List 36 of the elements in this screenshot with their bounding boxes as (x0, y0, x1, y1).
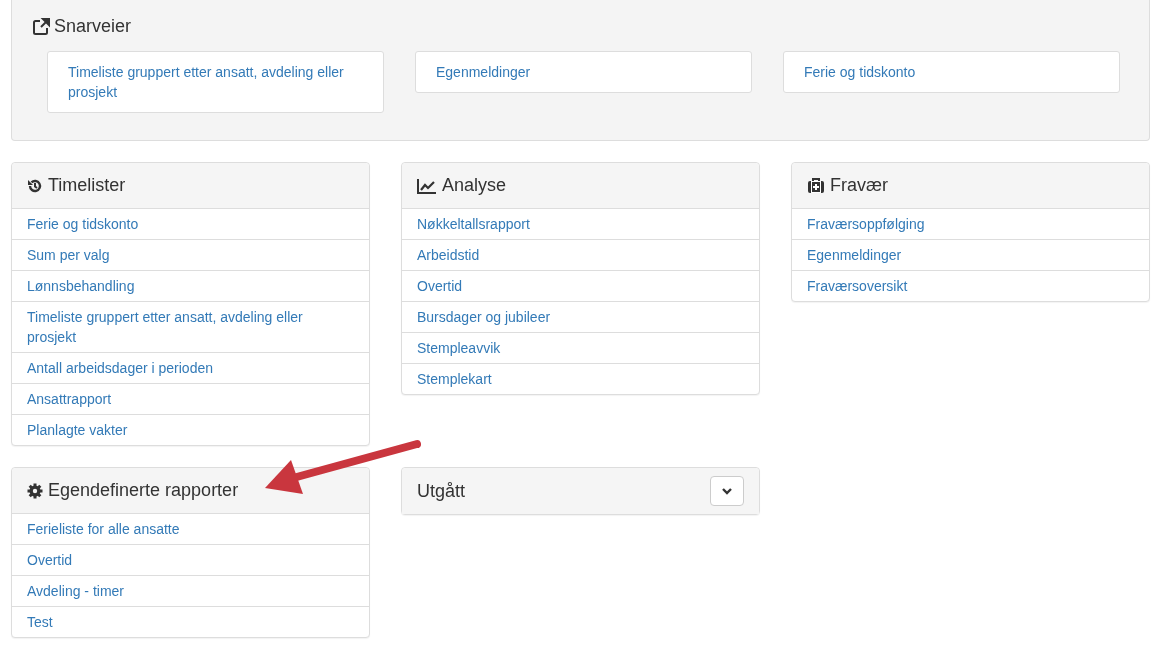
report-link[interactable]: Egenmeldinger (792, 239, 1149, 270)
report-link[interactable]: Nøkkeltallsrapport (402, 209, 759, 239)
report-link[interactable]: Ferie og tidskonto (12, 209, 369, 239)
shortcuts-title: Snarveier (54, 16, 132, 37)
report-link[interactable]: Avdeling - timer (12, 575, 369, 606)
shortcut-link[interactable]: Egenmeldinger (415, 51, 752, 93)
report-link[interactable]: Overtid (12, 544, 369, 575)
report-link[interactable]: Ferieliste for alle ansatte (12, 514, 369, 544)
report-link[interactable]: Sum per valg (12, 239, 369, 270)
gear-icon (27, 482, 43, 499)
panel-title: Fravær (830, 175, 888, 196)
panel-title: Egendefinerte rapporter (48, 480, 239, 501)
chevron-icon (721, 487, 733, 495)
report-link[interactable]: Overtid (402, 270, 759, 301)
history-icon (27, 177, 43, 194)
report-link[interactable]: Fraværsoversikt (792, 270, 1149, 301)
line-chart-icon (417, 177, 437, 194)
report-link[interactable]: Stemplekart (402, 363, 759, 394)
panel-title: Analyse (442, 175, 507, 196)
report-link[interactable]: Test (12, 606, 369, 637)
shortcut-link[interactable]: Timeliste gruppert etter ansatt, avdeling eller prosjekt (47, 51, 384, 113)
collapse-toggle-button[interactable] (710, 476, 744, 506)
panel-title: Timelister (48, 175, 126, 196)
report-link[interactable]: Arbeidstid (402, 239, 759, 270)
report-link[interactable]: Bursdager og jubileer (402, 301, 759, 332)
external-link-icon (32, 17, 50, 36)
report-link[interactable]: Lønnsbehandling (12, 270, 369, 301)
shortcut-link[interactable]: Ferie og tidskonto (783, 51, 1120, 93)
report-link[interactable]: Timeliste gruppert etter ansatt, avdeling eller prosjekt (12, 301, 369, 352)
medkit-icon (807, 177, 825, 194)
panel-title: Utgått (417, 480, 466, 502)
report-link[interactable]: Ansattrapport (12, 383, 369, 414)
report-link[interactable]: Fraværsoppfølging (792, 209, 1149, 239)
report-link[interactable]: Planlagte vakter (12, 414, 369, 445)
report-link[interactable]: Stempleavvik (402, 332, 759, 363)
report-link[interactable]: Antall arbeidsdager i perioden (12, 352, 369, 383)
